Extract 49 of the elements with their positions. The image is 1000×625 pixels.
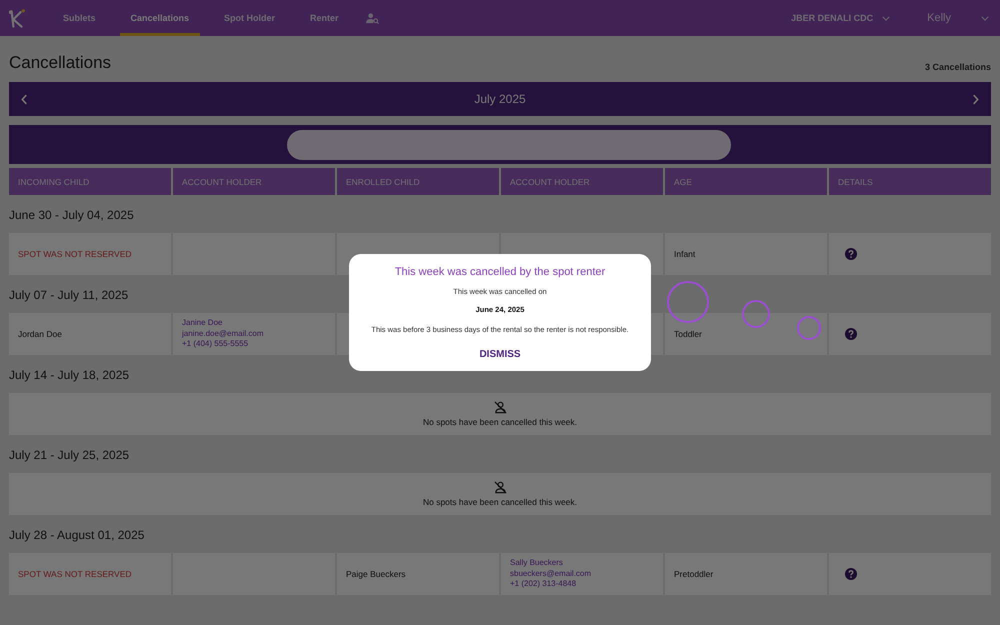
- table-cell: SPOT WAS NOT RESERVED: [9, 553, 171, 595]
- logo-icon[interactable]: [8, 8, 26, 28]
- table-cell: Infant: [665, 233, 827, 275]
- contact-link[interactable]: +1 (404) 555-5555: [182, 339, 248, 350]
- contact-link[interactable]: janine.doe@email.com: [182, 328, 264, 340]
- table-cell: Toddler: [665, 313, 827, 355]
- table-cell: SPOT WAS NOT RESERVED: [9, 233, 171, 275]
- help-icon[interactable]: [845, 328, 857, 340]
- week-heading: July 07 - July 11, 2025: [9, 286, 128, 304]
- table-cell: Jordan Doe: [9, 313, 171, 355]
- help-icon[interactable]: [845, 568, 857, 580]
- empty-message: No spots have been cancelled this week.: [422, 497, 578, 507]
- cancellation-count: 3 Cancellations: [924, 62, 991, 72]
- column-header: INCOMING CHILD: [9, 168, 171, 195]
- month-label: July 2025: [474, 92, 526, 106]
- dismiss-button[interactable]: DISMISS: [475, 347, 525, 362]
- contact-link[interactable]: Janine Doe: [182, 318, 222, 329]
- contact-link[interactable]: sbueckers@email.com: [510, 568, 592, 580]
- column-header: ACCOUNT HOLDER: [173, 168, 335, 195]
- help-icon[interactable]: [845, 248, 857, 260]
- user-search-icon[interactable]: [366, 12, 379, 24]
- no-person-icon: [494, 481, 506, 494]
- nav-tab[interactable]: Sublets: [52, 0, 107, 36]
- contact-link[interactable]: Sally Bueckers: [510, 558, 563, 569]
- no-person-icon: [494, 401, 506, 414]
- column-header: ACCOUNT HOLDER: [501, 168, 663, 195]
- nav-tab[interactable]: Cancellations: [120, 0, 200, 36]
- table-cell: Pretoddler: [665, 553, 827, 595]
- search-field[interactable]: [287, 130, 731, 160]
- week-heading: July 21 - July 25, 2025: [9, 446, 130, 464]
- week-heading: June 30 - July 04, 2025: [9, 206, 134, 224]
- table-cell: Paige Bueckers: [337, 553, 499, 595]
- week-heading: July 28 - August 01, 2025: [9, 526, 144, 544]
- page-title: Cancellations: [9, 53, 112, 73]
- chevron-left-icon: [21, 94, 28, 104]
- empty-message: No spots have been cancelled this week.: [422, 417, 578, 427]
- center-dropdown[interactable]: JBER DENALI CDC: [785, 0, 896, 36]
- user-dropdown[interactable]: Kelly: [924, 0, 992, 36]
- nav-tab[interactable]: Renter: [299, 0, 350, 36]
- nav-tab[interactable]: Spot Holder: [213, 0, 286, 36]
- week-heading: July 14 - July 18, 2025: [9, 366, 130, 384]
- column-header: AGE: [665, 168, 827, 195]
- column-header: ENROLLED CHILD: [337, 168, 499, 195]
- chevron-right-icon: [972, 94, 979, 104]
- chevron-down-icon: [981, 16, 989, 20]
- chevron-down-icon: [882, 16, 890, 20]
- column-header: DETAILS: [829, 168, 991, 195]
- contact-link[interactable]: +1 (202) 313-4848: [510, 579, 576, 590]
- dialog-title: This week was cancelled by the spot renter: [394, 266, 606, 278]
